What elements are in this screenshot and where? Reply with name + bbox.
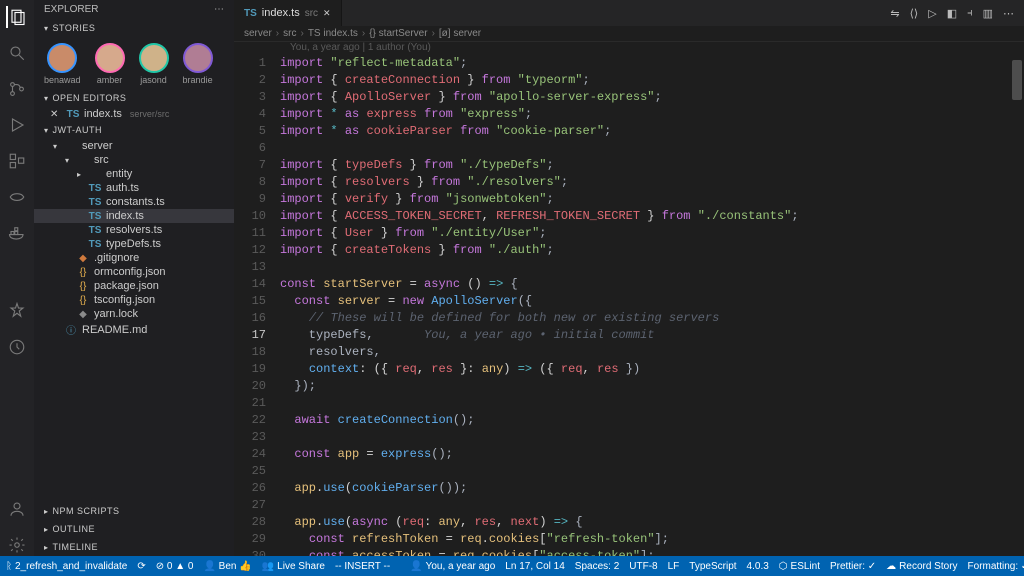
close-icon[interactable]: ✕	[323, 8, 331, 19]
section-stories[interactable]: STORIES	[34, 19, 234, 37]
status-tsver[interactable]: 4.0.3	[747, 561, 769, 572]
layout-icon[interactable]: ▥	[983, 7, 993, 20]
file-tree-item[interactable]: {}tsconfig.json	[34, 293, 234, 307]
activity-test-icon[interactable]	[6, 300, 28, 322]
more-actions-icon[interactable]: ⋯	[1003, 7, 1014, 20]
file-tree-item[interactable]: ◆.gitignore	[34, 251, 234, 265]
tab-label: index.ts	[262, 7, 300, 19]
activity-scm-icon[interactable]	[6, 78, 28, 100]
file-tree-item[interactable]: ⓘREADME.md	[34, 321, 234, 338]
section-outline[interactable]: OUTLINE	[34, 520, 234, 538]
file-tree-item[interactable]: {}package.json	[34, 279, 234, 293]
activity-remote-icon[interactable]	[6, 186, 28, 208]
breadcrumb[interactable]: server›src›TS index.ts›{} startServer›[ø…	[234, 26, 1024, 42]
tab-index-ts[interactable]: TS index.ts src ✕	[234, 0, 342, 26]
status-errors[interactable]: ⊘ 0 ▲ 0	[156, 561, 194, 572]
status-eol[interactable]: LF	[668, 561, 680, 572]
sidebar-title: EXPLORER	[44, 4, 98, 15]
sidebar: EXPLORER ⋯ STORIES benawad amber jasond bra…	[34, 0, 234, 556]
file-tree-item[interactable]: ◆yarn.lock	[34, 307, 234, 321]
section-npm-scripts[interactable]: NPM SCRIPTS	[34, 502, 234, 520]
ts-icon: TS	[244, 8, 257, 19]
tab-bar: TS index.ts src ✕ ⇋ ⟨⟩ ▷ ◧ ⫞ ▥ ⋯	[234, 0, 1024, 26]
activity-bar	[0, 0, 34, 556]
activity-search-icon[interactable]	[6, 42, 28, 64]
file-tree-item[interactable]: TStypeDefs.ts	[34, 237, 234, 251]
status-liveshare[interactable]: 👥 Live Share	[262, 561, 325, 572]
story-avatar[interactable]: brandie	[183, 43, 213, 85]
status-language[interactable]: TypeScript	[689, 561, 736, 572]
editor-group: TS index.ts src ✕ ⇋ ⟨⟩ ▷ ◧ ⫞ ▥ ⋯ server›…	[234, 0, 1024, 556]
activity-account-icon[interactable]	[6, 498, 28, 520]
scrollbar-vertical[interactable]	[1012, 60, 1022, 100]
activity-extensions-icon[interactable]	[6, 150, 28, 172]
activity-docker-icon[interactable]	[6, 222, 28, 244]
status-record[interactable]: ☁ Record Story	[886, 561, 957, 572]
file-tree-item[interactable]: ▸entity	[34, 167, 234, 181]
breadcrumb-item[interactable]: src	[283, 28, 296, 39]
breadcrumb-item[interactable]: TS index.ts	[308, 28, 358, 39]
status-bar: ᚱ 2_refresh_and_invalidate ⟳ ⊘ 0 ▲ 0 👤 B…	[0, 556, 1024, 576]
goto-icon[interactable]: ⟨⟩	[910, 7, 919, 20]
status-position[interactable]: Ln 17, Col 14	[505, 561, 565, 572]
file-tree-item[interactable]: TSresolvers.ts	[34, 223, 234, 237]
file-blame: You, a year ago | 1 author (You)	[234, 42, 1024, 55]
compare-icon[interactable]: ⇋	[890, 7, 899, 20]
activity-misc-icon[interactable]	[6, 336, 28, 358]
file-tree-item[interactable]: TSauth.ts	[34, 181, 234, 195]
story-avatar[interactable]: amber	[95, 43, 125, 85]
section-open-editors[interactable]: OPEN EDITORS	[34, 89, 234, 107]
status-formatting[interactable]: Formatting: ✓	[968, 561, 1024, 572]
activity-settings-icon[interactable]	[6, 534, 28, 556]
status-sync[interactable]: ⟳	[137, 561, 145, 572]
code-editor[interactable]: 1import "reflect-metadata";2import { cre…	[234, 55, 1024, 556]
open-editor-item[interactable]: ✕TSindex.tsserver/src	[34, 107, 234, 121]
breadcrumb-item[interactable]: {} startServer	[369, 28, 427, 39]
status-branch[interactable]: ᚱ 2_refresh_and_invalidate	[6, 561, 127, 572]
activity-explorer-icon[interactable]	[6, 6, 28, 28]
status-spaces[interactable]: Spaces: 2	[575, 561, 619, 572]
status-mode: -- INSERT --	[335, 561, 390, 572]
split-right-icon[interactable]: ⫞	[967, 7, 973, 20]
file-tree-item[interactable]: {}ormconfig.json	[34, 265, 234, 279]
breadcrumb-item[interactable]: [ø] server	[439, 28, 481, 39]
file-tree-item[interactable]: ▾src	[34, 153, 234, 167]
file-tree-item[interactable]: TSindex.ts	[34, 209, 234, 223]
split-icon[interactable]: ◧	[947, 7, 957, 20]
status-blame[interactable]: 👤 You, a year ago	[410, 561, 495, 572]
section-jwt-auth[interactable]: JWT-AUTH	[34, 121, 234, 139]
close-icon[interactable]: ✕	[50, 109, 62, 120]
file-tree-item[interactable]: TSconstants.ts	[34, 195, 234, 209]
story-avatar[interactable]: jasond	[139, 43, 169, 85]
more-icon[interactable]: ⋯	[214, 4, 224, 15]
activity-debug-icon[interactable]	[6, 114, 28, 136]
run-icon[interactable]: ▷	[928, 7, 936, 20]
section-timeline[interactable]: TIMELINE	[34, 538, 234, 556]
status-prettier[interactable]: Prettier: ✓	[830, 561, 876, 572]
breadcrumb-item[interactable]: server	[244, 28, 272, 39]
status-encoding[interactable]: UTF-8	[629, 561, 657, 572]
status-eslint[interactable]: ⬡ ESLint	[779, 561, 820, 572]
file-tree-item[interactable]: ▾server	[34, 139, 234, 153]
story-avatar[interactable]: benawad	[44, 43, 81, 85]
status-user[interactable]: 👤 Ben 👍	[203, 561, 251, 572]
